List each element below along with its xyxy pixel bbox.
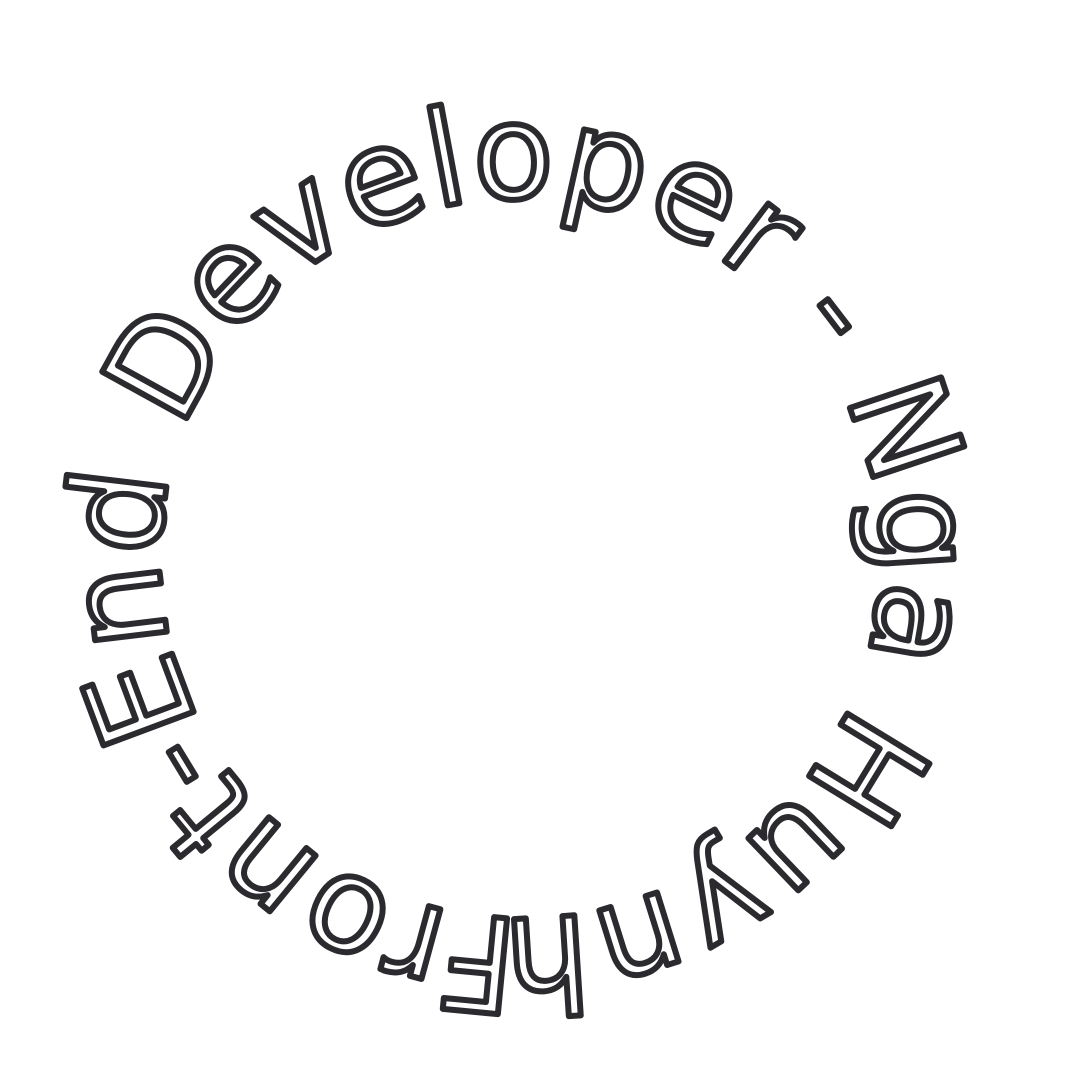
circular-text-path: Front-End Developer - Nga Huynh- (0, 0, 1005, 1045)
circular-text-ring: Front-End Developer - Nga Huynh- (0, 0, 1005, 1045)
circular-text: Front-End Developer - Nga Huynh- (0, 0, 1004, 1042)
circular-text-badge: Front-End Developer - Nga Huynh- (0, 0, 1080, 1080)
